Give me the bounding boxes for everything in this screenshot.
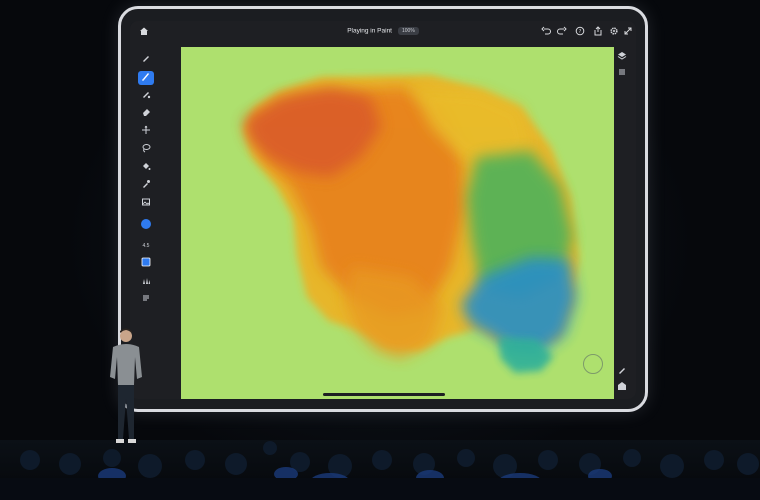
help-icon[interactable]: ? [574, 26, 586, 38]
current-color-swatch[interactable] [141, 219, 151, 229]
top-toolbar: Playing in Paint 100% ? [130, 21, 636, 45]
home-indicator [323, 393, 445, 396]
document-title: Playing in Paint [347, 27, 392, 35]
right-toolbar [608, 45, 636, 399]
brushes-icon[interactable] [138, 275, 154, 289]
transform-icon[interactable] [138, 125, 154, 139]
image-icon[interactable] [138, 197, 154, 211]
eyedropper-icon[interactable] [138, 179, 154, 193]
app-screen: Playing in Paint 100% ? 4.5 [130, 21, 636, 399]
audience [0, 441, 760, 500]
layers-icon[interactable] [614, 51, 630, 65]
adjust-icon[interactable] [138, 293, 154, 307]
pixel-brush-icon[interactable] [138, 53, 154, 67]
presenter [110, 328, 142, 443]
settings-icon[interactable] [608, 26, 620, 38]
drawing-canvas[interactable] [181, 47, 614, 399]
brush-cursor [583, 354, 603, 374]
brush-size-control[interactable]: 4.5 [138, 239, 154, 253]
fill-icon[interactable] [138, 161, 154, 175]
redo-icon[interactable] [556, 26, 568, 38]
fullscreen-icon[interactable] [622, 26, 634, 38]
fit-icon[interactable] [614, 381, 630, 395]
eraser-icon[interactable] [138, 107, 154, 121]
share-icon[interactable] [592, 26, 604, 38]
vector-brush-icon[interactable] [138, 89, 154, 103]
live-brush-icon[interactable] [138, 71, 154, 85]
undo-icon[interactable] [540, 26, 552, 38]
lasso-icon[interactable] [138, 143, 154, 157]
brush-settings-icon[interactable] [614, 365, 630, 379]
brush-size-value: 4.5 [142, 243, 150, 249]
tablet-frame: Playing in Paint 100% ? 4.5 [118, 6, 648, 412]
paint-artwork [243, 75, 579, 373]
color-square-icon[interactable] [138, 257, 154, 271]
layer-properties-icon[interactable] [614, 67, 630, 81]
zoom-badge: 100% [398, 27, 419, 35]
svg-text:?: ? [579, 29, 582, 35]
